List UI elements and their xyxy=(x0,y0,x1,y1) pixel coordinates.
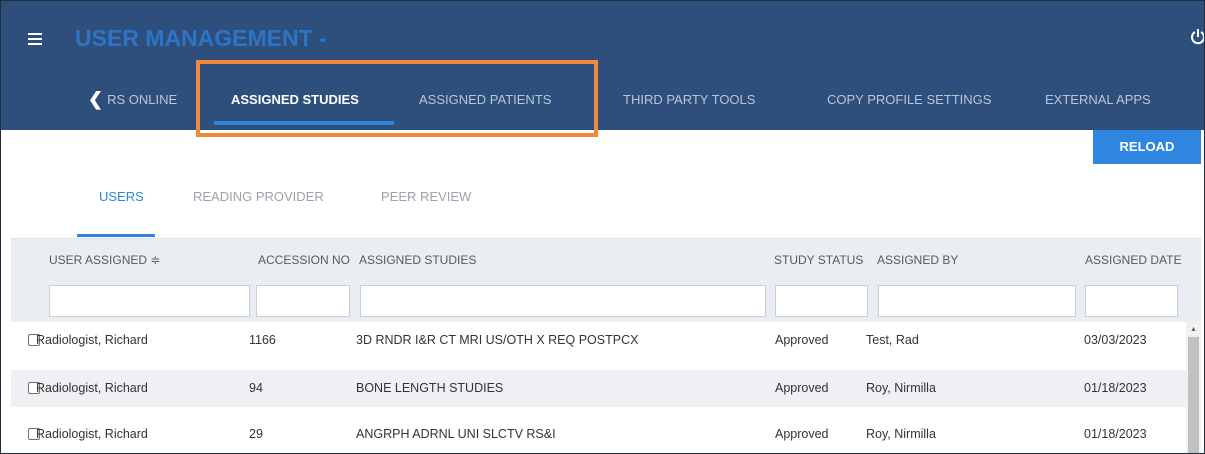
main-tabs: ❮ RS ONLINE ASSIGNED STUDIES ASSIGNED PAT… xyxy=(1,81,1204,130)
reload-button[interactable]: RELOAD xyxy=(1093,130,1201,164)
top-header: USER MANAGEMENT - ❮ RS ONLINE ASSIGNED ST… xyxy=(1,1,1205,130)
cell-assigned-by: Test, Rad xyxy=(866,333,919,347)
cell-user: Radiologist, Richard xyxy=(36,381,148,395)
cell-status: Approved xyxy=(775,333,829,347)
page-title: USER MANAGEMENT - xyxy=(75,25,327,51)
table-row[interactable]: Radiologist, Richard 1166 3D RNDR I&R CT… xyxy=(11,322,1186,359)
column-header-accession-no[interactable]: ACCESSION NO xyxy=(258,253,358,267)
column-header-assigned-date[interactable]: ASSIGNED DATE xyxy=(1085,253,1185,267)
filter-assigned-date[interactable] xyxy=(1085,285,1178,317)
subtab-reading-provider[interactable]: READING PROVIDER xyxy=(193,189,324,204)
tab-external-apps[interactable]: EXTERNAL APPS xyxy=(1045,81,1151,130)
filter-accession-no[interactable] xyxy=(256,285,350,317)
subtab-peer-review[interactable]: PEER REVIEW xyxy=(381,189,471,204)
tab-copy-profile-settings[interactable]: COPY PROFILE SETTINGS xyxy=(827,81,991,130)
cell-date: 03/03/2023 xyxy=(1084,333,1147,347)
cell-user: Radiologist, Richard xyxy=(36,427,148,441)
tab-label: EXTERNAL APPS xyxy=(1045,92,1151,107)
cell-status: Approved xyxy=(775,381,829,395)
filter-assigned-by[interactable] xyxy=(878,285,1076,317)
column-header-assigned-by[interactable]: ASSIGNED BY xyxy=(877,253,1077,267)
table-row[interactable]: Radiologist, Richard 94 BONE LENGTH STUD… xyxy=(11,370,1186,407)
cell-status: Approved xyxy=(775,427,829,441)
tab-label: RS ONLINE xyxy=(107,92,178,107)
cell-accession: 29 xyxy=(249,427,263,441)
column-header-user-assigned[interactable]: USER ASSIGNED ≑ xyxy=(49,253,199,267)
grid-header: USER ASSIGNED ≑ ACCESSION NO ASSIGNED ST… xyxy=(11,238,1201,322)
tab-label: ASSIGNED PATIENTS xyxy=(419,92,552,107)
filter-assigned-studies[interactable] xyxy=(360,285,766,317)
cell-assigned-by: Roy, Nirmilla xyxy=(866,427,936,441)
cell-accession: 1166 xyxy=(249,333,276,347)
column-header-assigned-studies[interactable]: ASSIGNED STUDIES xyxy=(359,253,759,267)
subtab-users[interactable]: USERS xyxy=(99,189,144,204)
active-subtab-indicator xyxy=(77,234,155,237)
scroll-up-arrow-icon[interactable]: ▲ xyxy=(1190,326,1197,333)
scrollbar-thumb[interactable] xyxy=(1188,337,1199,453)
power-icon[interactable] xyxy=(1190,27,1205,47)
cell-study: BONE LENGTH STUDIES xyxy=(356,381,504,395)
cell-date: 01/18/2023 xyxy=(1084,427,1147,441)
app-window: USER MANAGEMENT - ❮ RS ONLINE ASSIGNED ST… xyxy=(0,0,1205,454)
hamburger-menu-icon[interactable] xyxy=(28,33,42,45)
cell-date: 01/18/2023 xyxy=(1084,381,1147,395)
active-tab-indicator xyxy=(214,121,394,125)
filter-study-status[interactable] xyxy=(775,285,868,317)
cell-user: Radiologist, Richard xyxy=(36,333,148,347)
cell-assigned-by: Roy, Nirmilla xyxy=(866,381,936,395)
cell-study: ANGRPH ADRNL UNI SLCTV RS&I xyxy=(356,427,556,441)
tab-assigned-patients[interactable]: ASSIGNED PATIENTS xyxy=(419,81,551,130)
column-header-study-status[interactable]: STUDY STATUS xyxy=(774,253,876,267)
tab-label: THIRD PARTY TOOLS xyxy=(623,92,756,107)
tab-third-party-tools[interactable]: THIRD PARTY TOOLS xyxy=(623,81,755,130)
filter-user-assigned[interactable] xyxy=(49,285,250,317)
cell-study: 3D RNDR I&R CT MRI US/OTH X REQ POSTPCX xyxy=(356,333,639,347)
cell-accession: 94 xyxy=(249,381,263,395)
table-row[interactable]: Radiologist, Richard 29 ANGRPH ADRNL UNI… xyxy=(11,416,1186,453)
chevron-left-icon: ❮ xyxy=(88,89,104,109)
tab-rs-online[interactable]: ❮ RS ONLINE xyxy=(88,81,177,130)
tab-label: COPY PROFILE SETTINGS xyxy=(827,92,992,107)
tab-label: ASSIGNED STUDIES xyxy=(231,92,359,107)
